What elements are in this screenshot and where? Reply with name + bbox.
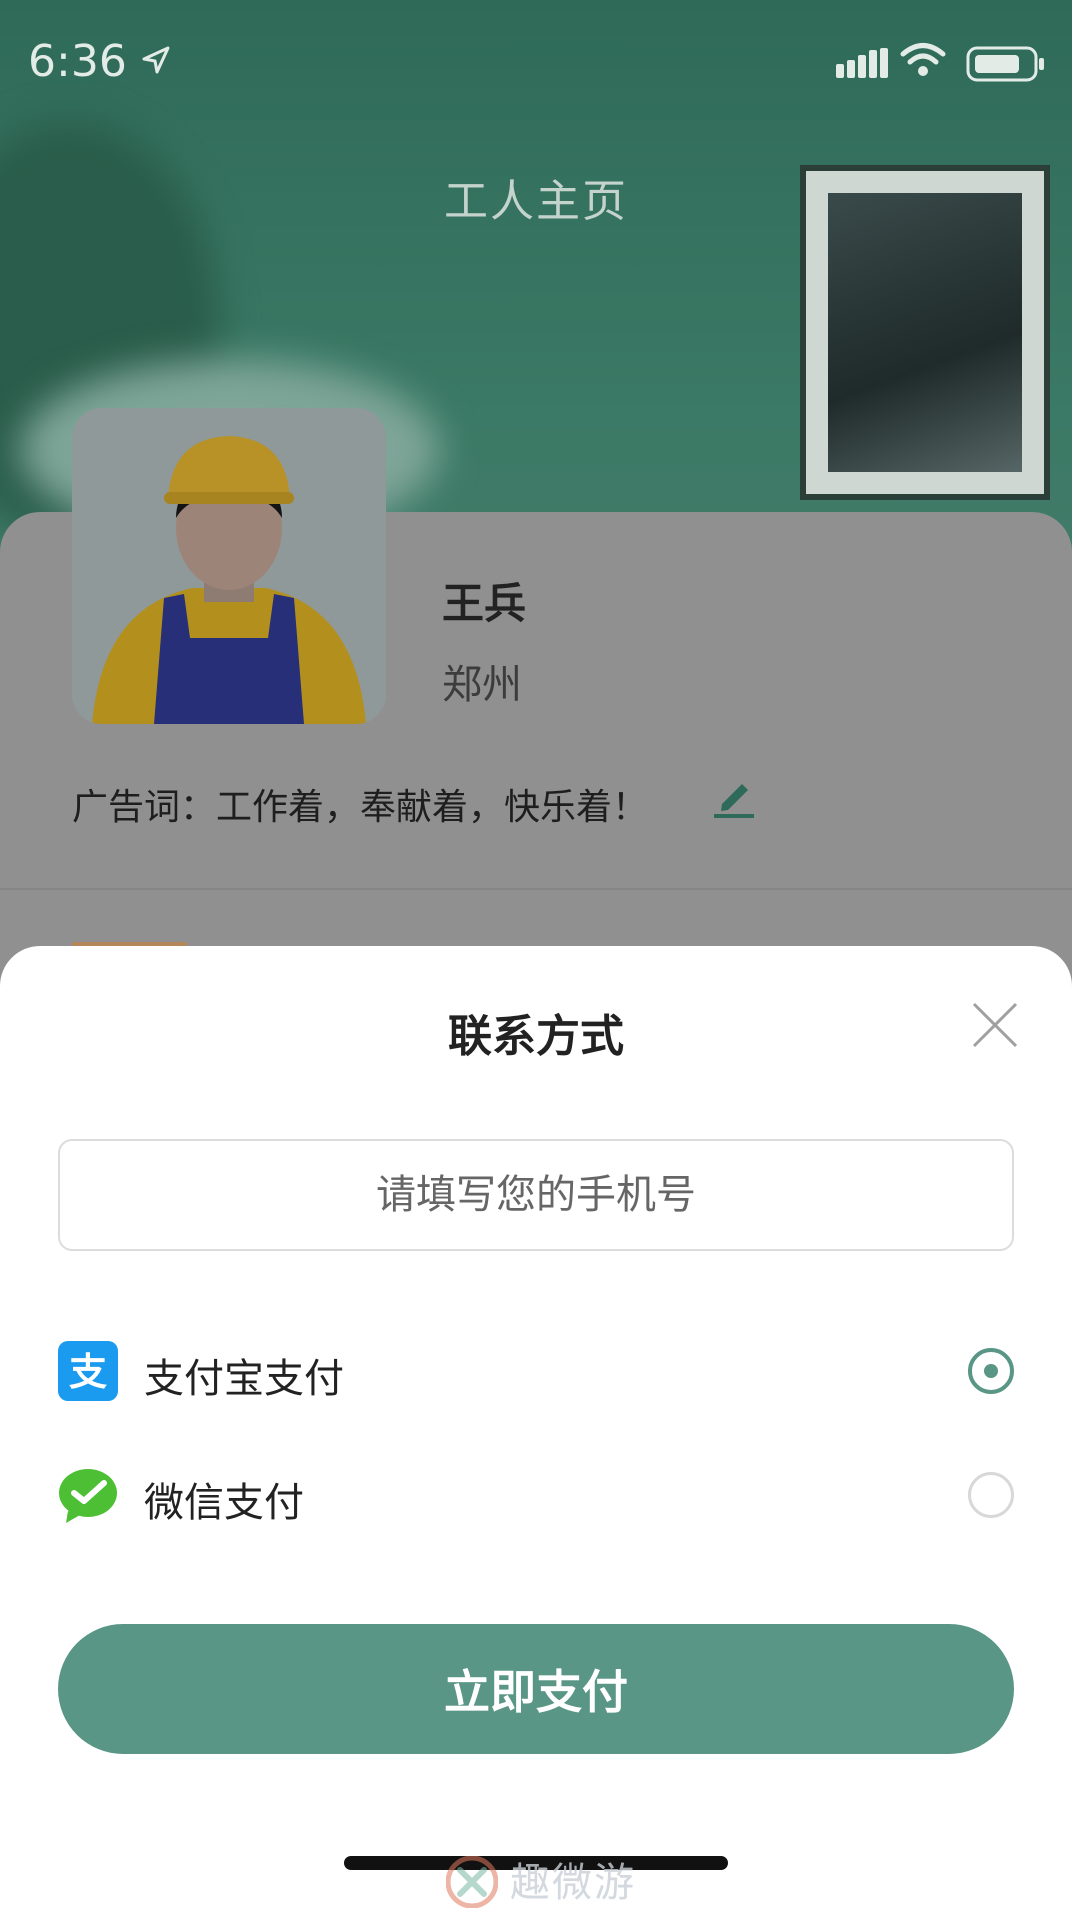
worker-city: 郑州 [442, 662, 522, 708]
watermark-logo-icon [446, 1856, 498, 1908]
wechat-pay-icon [59, 1469, 117, 1523]
payment-option-alipay[interactable]: 支 支付宝支付 [58, 1336, 1014, 1406]
worker-slogan: 广告词：工作着，奉献着，快乐着！ [72, 787, 649, 828]
phone-number-input[interactable] [58, 1139, 1014, 1251]
wifi-icon [900, 43, 946, 76]
payment-option-wechat[interactable]: 微信支付 [58, 1460, 1014, 1530]
section-divider [0, 888, 1072, 890]
alipay-label: 支付宝支付 [144, 1356, 344, 1402]
worker-avatar [72, 408, 386, 724]
alipay-icon: 支 [58, 1341, 118, 1401]
page-title: 工人主页 [444, 176, 628, 227]
pay-now-button[interactable]: 立即支付 [58, 1624, 1014, 1754]
edit-pencil-icon[interactable] [712, 772, 758, 818]
cellular-signal-icon [836, 48, 888, 78]
close-icon[interactable] [966, 996, 1024, 1054]
worker-name: 王兵 [442, 579, 527, 628]
location-arrow-icon [142, 46, 170, 74]
sheet-title: 联系方式 [448, 1011, 624, 1062]
status-time: 6:36 [28, 36, 127, 87]
status-bar: 6:36 [0, 0, 1072, 120]
battery-icon [966, 46, 1044, 82]
alipay-radio-selected[interactable] [968, 1348, 1014, 1394]
wechat-radio-unselected[interactable] [968, 1472, 1014, 1518]
wechat-pay-label: 微信支付 [144, 1480, 304, 1526]
svg-text:支: 支 [69, 1350, 107, 1394]
contact-bottom-sheet [0, 946, 1072, 1912]
watermark-text: 趣微游 [510, 1860, 636, 1906]
